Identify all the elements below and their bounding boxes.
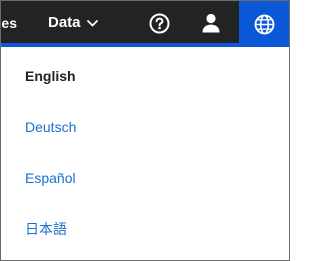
help-button[interactable] — [148, 12, 170, 34]
data-menu-label: Data — [48, 14, 81, 31]
help-circle-icon — [149, 13, 169, 33]
language-button[interactable] — [239, 1, 289, 47]
language-option-japanese[interactable]: 日本語 — [25, 218, 67, 240]
user-icon — [202, 13, 220, 33]
language-dropdown-menu: English Deutsch Español 日本語 — [1, 47, 289, 260]
language-option-deutsch[interactable]: Deutsch — [25, 116, 76, 138]
data-menu-button[interactable]: Data — [48, 12, 98, 34]
language-option-english[interactable]: English — [25, 65, 76, 87]
app-window: es Data English Deutsch Español 日本語 — [0, 0, 290, 261]
chevron-down-icon — [86, 19, 98, 26]
language-option-espanol[interactable]: Español — [25, 167, 76, 189]
nav-item-truncated[interactable]: es — [1, 13, 17, 33]
globe-icon — [254, 14, 274, 34]
user-account-button[interactable] — [200, 12, 222, 34]
top-navigation-bar: es Data — [1, 1, 289, 47]
